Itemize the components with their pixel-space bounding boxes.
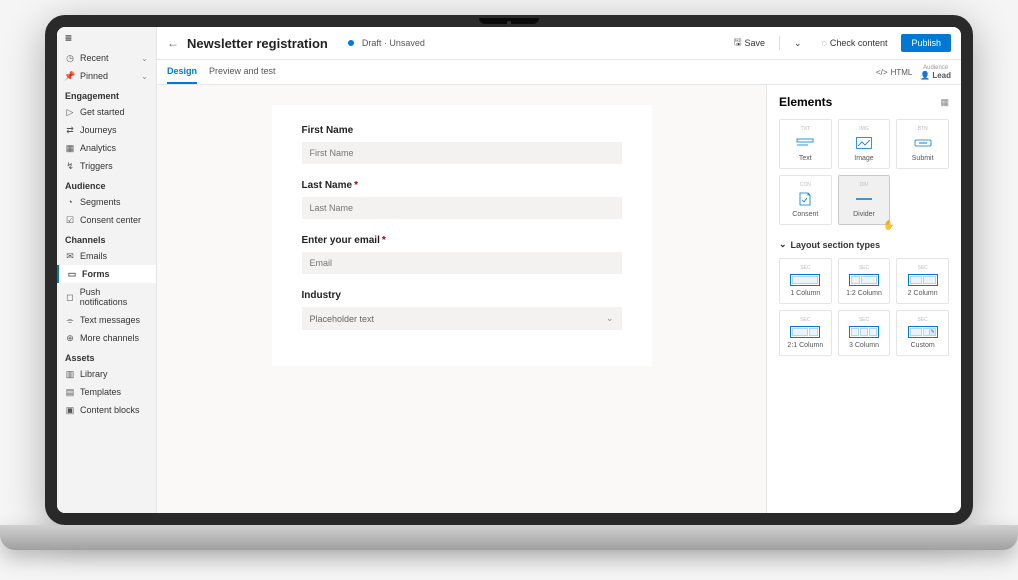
sidebar: ≡ ◷Recent ⌄ 📌Pinned ⌄ Engagement ▷Get st… — [57, 27, 157, 513]
elements-panel: Elements ▦ txt Text img Image b — [766, 85, 961, 513]
layout-1-2col[interactable]: sec1:2 Column — [838, 258, 891, 304]
nav-templates[interactable]: ▤Templates — [57, 383, 156, 401]
layout-1col[interactable]: sec1 Column — [779, 258, 832, 304]
email-label: Enter your email* — [302, 235, 622, 246]
cursor-icon: ✋ — [883, 220, 893, 230]
first-name-label: First Name — [302, 125, 622, 136]
element-divider[interactable]: div Divider ✋ — [838, 175, 891, 225]
check-content-button[interactable]: ◌Check content — [816, 35, 894, 51]
layout-3col[interactable]: sec3 Column — [838, 310, 891, 356]
status-text: Draft · Unsaved — [362, 38, 425, 48]
library-icon: ▥ — [65, 369, 75, 379]
bell-icon: ◻ — [65, 292, 75, 302]
nav-consent-center[interactable]: ☑Consent center — [57, 211, 156, 229]
form-canvas[interactable]: First Name Last Name* Enter your email* … — [157, 85, 766, 513]
chevron-down-icon: ⌄ — [606, 313, 614, 324]
section-channels: Channels — [57, 229, 156, 247]
nav-forms[interactable]: ▭Forms — [57, 265, 156, 283]
nav-pinned[interactable]: 📌Pinned ⌄ — [57, 67, 156, 85]
audience-chip[interactable]: Audience 👤Lead — [920, 65, 951, 80]
hamburger-icon[interactable]: ≡ — [57, 27, 156, 49]
element-consent[interactable]: con Consent — [779, 175, 832, 225]
nav-content-blocks[interactable]: ▣Content blocks — [57, 401, 156, 419]
blocks-icon: ▣ — [65, 405, 75, 415]
nav-recent[interactable]: ◷Recent ⌄ — [57, 49, 156, 67]
save-icon: 🖫 — [734, 35, 742, 51]
nav-text-messages[interactable]: ⌯Text messages — [57, 311, 156, 329]
pin-icon: 📌 — [65, 71, 75, 81]
template-icon: ▤ — [65, 387, 75, 397]
page-title: Newsletter registration — [187, 36, 328, 51]
consent-icon — [784, 191, 827, 207]
nav-push[interactable]: ◻Push notifications — [57, 283, 156, 311]
industry-label: Industry — [302, 290, 622, 301]
form-icon: ▭ — [67, 269, 77, 279]
status-dot — [348, 40, 354, 46]
mail-icon: ✉ — [65, 251, 75, 261]
nav-segments[interactable]: ◔Segments — [57, 193, 156, 211]
publish-button[interactable]: Publish — [901, 34, 951, 52]
tab-design[interactable]: Design — [167, 60, 197, 84]
tab-bar: Design Preview and test </>HTML Audience… — [157, 60, 961, 85]
nav-emails[interactable]: ✉Emails — [57, 247, 156, 265]
nav-get-started[interactable]: ▷Get started — [57, 103, 156, 121]
person-icon: 👤 — [920, 72, 930, 80]
element-submit[interactable]: btn Submit — [896, 119, 949, 169]
layout-custom[interactable]: sec✎Custom — [896, 310, 949, 356]
divider-icon — [843, 191, 886, 207]
nav-journeys[interactable]: ⇄Journeys — [57, 121, 156, 139]
html-toggle[interactable]: </>HTML — [876, 68, 912, 77]
save-dropdown[interactable]: ⌄ — [788, 35, 808, 52]
layout-2-1col[interactable]: sec2:1 Column — [779, 310, 832, 356]
email-input[interactable] — [302, 252, 622, 274]
element-text[interactable]: txt Text — [779, 119, 832, 169]
section-audience: Audience — [57, 175, 156, 193]
first-name-input[interactable] — [302, 142, 622, 164]
industry-select[interactable]: Placeholder text ⌄ — [302, 307, 622, 330]
nav-analytics[interactable]: ▦Analytics — [57, 139, 156, 157]
text-icon — [784, 135, 827, 151]
last-name-input[interactable] — [302, 197, 622, 219]
section-assets: Assets — [57, 347, 156, 365]
button-icon — [901, 135, 944, 151]
more-icon: ⊕ — [65, 333, 75, 343]
play-icon: ▷ — [65, 107, 75, 117]
image-icon — [843, 135, 886, 151]
grid-view-icon[interactable]: ▦ — [940, 97, 949, 108]
section-engagement: Engagement — [57, 85, 156, 103]
nav-library[interactable]: ▥Library — [57, 365, 156, 383]
tab-preview[interactable]: Preview and test — [209, 60, 276, 84]
nav-more-channels[interactable]: ⊕More channels — [57, 329, 156, 347]
chevron-down-icon: ⌄ — [779, 239, 787, 250]
last-name-label: Last Name* — [302, 180, 622, 191]
chevron-down-icon: ⌄ — [141, 72, 148, 81]
code-icon: </> — [876, 68, 888, 77]
layouts-toggle[interactable]: ⌄ Layout section types — [779, 239, 949, 250]
sms-icon: ⌯ — [65, 315, 75, 325]
element-image[interactable]: img Image — [838, 119, 891, 169]
chart-icon: ▦ — [65, 143, 75, 153]
page-header: ← Newsletter registration Draft · Unsave… — [157, 27, 961, 60]
route-icon: ⇄ — [65, 125, 75, 135]
elements-title: Elements — [779, 95, 832, 109]
bolt-icon: ↯ — [65, 161, 75, 171]
clock-icon: ◷ — [65, 53, 75, 63]
chevron-down-icon: ⌄ — [794, 38, 802, 49]
shield-icon: ☑ — [65, 215, 75, 225]
check-icon: ◌ — [822, 38, 827, 48]
nav-triggers[interactable]: ↯Triggers — [57, 157, 156, 175]
save-button[interactable]: 🖫Save — [728, 32, 771, 54]
back-arrow-icon[interactable]: ← — [167, 36, 179, 50]
chevron-down-icon: ⌄ — [141, 54, 148, 63]
layout-2col[interactable]: sec2 Column — [896, 258, 949, 304]
segment-icon: ◔ — [65, 197, 75, 207]
